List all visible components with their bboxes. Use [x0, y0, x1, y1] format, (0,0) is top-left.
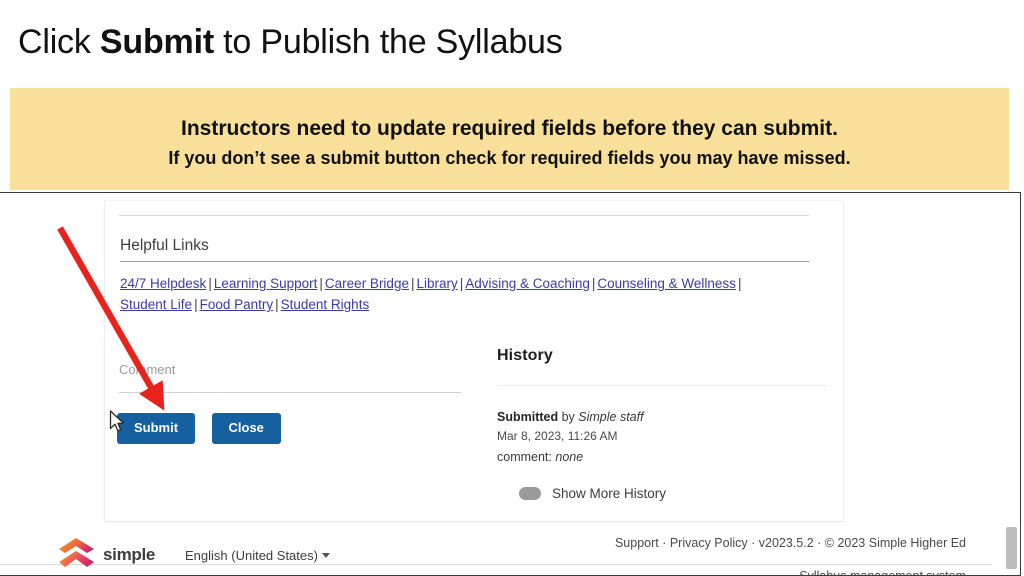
link-separator: |	[319, 276, 323, 291]
link-library[interactable]: Library	[416, 276, 457, 291]
history-by-word: by	[561, 410, 575, 424]
link-247-helpdesk[interactable]: 24/7 Helpdesk	[120, 276, 206, 291]
comment-underline	[119, 392, 461, 393]
helpful-links-heading: Helpful Links	[120, 237, 209, 254]
history-actor: Simple staff	[578, 410, 644, 424]
close-button[interactable]: Close	[211, 413, 281, 444]
footer-meta-links[interactable]: Support · Privacy Policy · v2023.5.2 · ©…	[615, 536, 966, 550]
link-counseling-wellness[interactable]: Counseling & Wellness	[597, 276, 736, 291]
language-selector-label: English (United States)	[185, 548, 318, 563]
link-learning-support[interactable]: Learning Support	[214, 276, 318, 291]
link-career-bridge[interactable]: Career Bridge	[325, 276, 409, 291]
syllabus-content-card: Helpful Links 24/7 Helpdesk | Learning Sup…	[105, 201, 843, 521]
history-comment-value: none	[555, 450, 584, 464]
link-advising-coaching[interactable]: Advising & Coaching	[465, 276, 590, 291]
footer-subtitle: Syllabus management system	[799, 569, 966, 576]
callout-banner: Instructors need to update required fiel…	[10, 88, 1009, 190]
history-status: Submitted	[497, 410, 559, 424]
show-more-history-control[interactable]: Show More History	[519, 486, 827, 501]
history-entry-summary: Submitted by Simple staff	[497, 408, 827, 426]
language-selector[interactable]: English (United States)	[185, 548, 330, 563]
page-title-emphasis: Submit	[99, 23, 214, 61]
link-food-pantry[interactable]: Food Pantry	[200, 297, 274, 312]
callout-primary-text: Instructors need to update required fiel…	[181, 117, 838, 140]
history-timestamp: Mar 8, 2023, 11:26 AM	[497, 429, 618, 443]
link-student-rights[interactable]: Student Rights	[281, 297, 370, 312]
link-separator: |	[208, 276, 212, 291]
card-top-divider	[119, 215, 809, 216]
footer-brand-name: simple	[103, 545, 156, 564]
app-viewport: Helpful Links 24/7 Helpdesk | Learning Sup…	[0, 193, 1020, 575]
history-divider	[497, 385, 827, 386]
submit-button[interactable]: Submit	[117, 413, 196, 444]
app-footer: simple English (United States) Support ·…	[0, 529, 1006, 576]
link-separator: |	[194, 297, 198, 312]
history-heading: History	[497, 347, 553, 364]
show-more-history-label: Show More History	[552, 486, 667, 501]
chevron-down-icon	[321, 553, 330, 559]
simple-logo-icon	[56, 537, 102, 571]
history-comment-label: comment:	[497, 450, 552, 464]
toggle-switch-icon[interactable]	[519, 487, 541, 500]
callout-secondary-text: If you don’t see a submit button check f…	[168, 148, 851, 168]
helpful-links-divider	[120, 261, 809, 262]
history-entry: Submitted by Simple staff Mar 8, 2023, 1…	[497, 408, 827, 466]
vertical-scrollbar[interactable]	[1006, 193, 1019, 575]
action-button-row: Submit Close	[117, 413, 293, 444]
link-separator: |	[737, 276, 742, 291]
page-title-suffix: to Publish the Syllabus	[213, 23, 563, 61]
embedded-screenshot-frame: Helpful Links 24/7 Helpdesk | Learning Sup…	[0, 192, 1021, 576]
page-title: Click Submit to Publish the Syllabus	[18, 20, 563, 64]
link-separator: |	[275, 297, 279, 312]
scrollbar-thumb[interactable]	[1006, 527, 1017, 569]
helpful-links-list: 24/7 Helpdesk | Learning Support | Career Br…	[120, 273, 800, 315]
comment-placeholder: Comment	[119, 362, 176, 377]
history-panel: History Submitted by Simple staff Mar 8,…	[497, 347, 827, 501]
page-title-prefix: Click	[18, 23, 100, 61]
comment-field[interactable]: Comment	[119, 361, 461, 393]
link-student-life[interactable]: Student Life	[120, 297, 192, 312]
history-comment: comment: none	[497, 448, 827, 466]
